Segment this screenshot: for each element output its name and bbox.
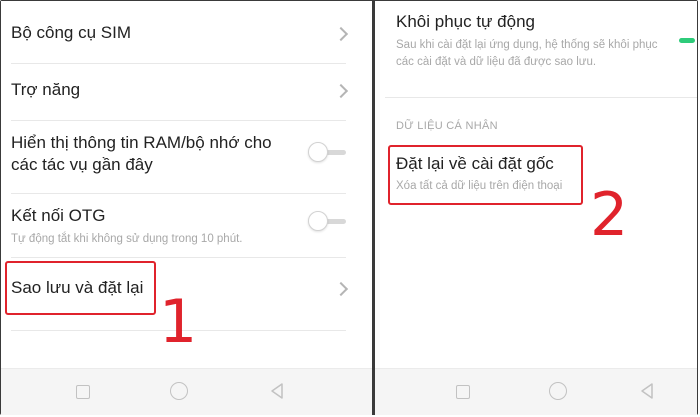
divider	[385, 97, 697, 98]
navigation-bar	[375, 368, 697, 415]
settings-item-label: Bộ công cụ SIM	[11, 23, 132, 42]
auto-restore-toggle[interactable]	[679, 38, 695, 43]
home-icon[interactable]	[170, 382, 188, 400]
highlight-box-factory-reset	[388, 145, 583, 205]
home-icon[interactable]	[549, 382, 567, 400]
ram-info-toggle[interactable]	[308, 142, 348, 164]
otg-toggle[interactable]	[308, 211, 348, 233]
step-number-2: 2	[590, 180, 629, 250]
settings-item-label: Trợ năng	[11, 80, 81, 99]
settings-item-label-line2: các tác vụ gần đây	[11, 155, 153, 174]
chevron-right-icon	[333, 281, 349, 297]
recent-apps-icon[interactable]	[76, 385, 90, 399]
settings-item-description: Tự động tắt khi không sử dụng trong 10 p…	[11, 233, 243, 245]
back-icon[interactable]	[268, 382, 286, 400]
settings-item-ram-info: Hiển thị thông tin RAM/bộ nhớ cho các tá…	[1, 121, 372, 191]
recent-apps-icon[interactable]	[456, 385, 470, 399]
settings-item-label-line1: Hiển thị thông tin RAM/bộ nhớ cho	[11, 133, 272, 152]
settings-panel-left: Bộ công cụ SIM Trợ năng Hiển thị thông t…	[1, 1, 372, 415]
toggle-knob	[308, 142, 328, 162]
section-label-personal-data: DỮ LIỆU CÁ NHÂN	[396, 120, 498, 132]
settings-panel-right: Khôi phục tự động Sau khi cài đặt lại ứn…	[375, 1, 697, 415]
navigation-bar	[1, 368, 372, 415]
settings-item-auto-restore: Khôi phục tự động Sau khi cài đặt lại ứn…	[375, 1, 697, 91]
settings-item-otg: Kết nối OTG Tự động tắt khi không sử dụn…	[1, 194, 372, 256]
chevron-right-icon	[333, 26, 349, 42]
settings-item-accessibility[interactable]: Trợ năng	[1, 64, 372, 120]
settings-item-label: Khôi phục tự động	[396, 12, 535, 31]
back-icon[interactable]	[638, 382, 656, 400]
settings-item-label: Kết nối OTG	[11, 206, 106, 225]
toggle-knob	[308, 211, 328, 231]
settings-item-sim-toolkit[interactable]: Bộ công cụ SIM	[1, 1, 372, 63]
step-number-1: 1	[159, 287, 198, 357]
chevron-right-icon	[333, 83, 349, 99]
highlight-box-backup-reset	[5, 261, 156, 315]
settings-item-description: Sau khi cài đặt lại ứng dụng, hệ thống s…	[396, 39, 658, 68]
